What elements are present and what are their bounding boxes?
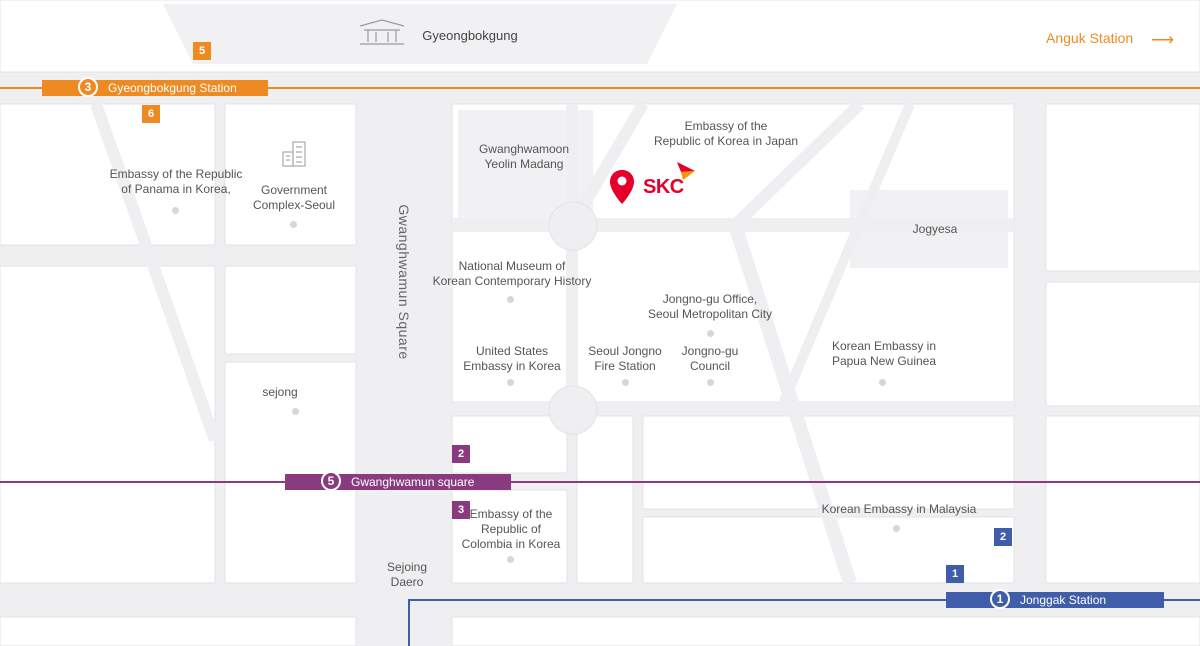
place-dot (707, 379, 714, 386)
line1-badge: 1 (990, 589, 1010, 609)
place-japan-embassy: Embassy of the Republic of Korea in Japa… (653, 119, 799, 148)
exit-2-line1[interactable]: 2 (994, 528, 1012, 546)
line3-badge: 3 (78, 77, 98, 97)
roundabout (548, 201, 598, 251)
block (576, 415, 634, 584)
arrow-right-icon: ⟶ (1151, 32, 1174, 49)
place-dot (507, 296, 514, 303)
landmark-gyeongbokgung: Gyeongbokgung (422, 28, 518, 43)
place-fire-station: Seoul Jongno Fire Station (588, 344, 662, 373)
station-gyeongbokgung[interactable]: 3 Gyeongbokgung Station (42, 77, 268, 97)
place-museum: National Museum of Korean Contemporary H… (432, 259, 592, 288)
place-panama-embassy: Embassy of the Republic of Panama in Kor… (109, 167, 243, 196)
place-dot (292, 408, 299, 415)
exit-2-line5[interactable]: 2 (452, 445, 470, 463)
place-dot (290, 221, 297, 228)
place-dot (507, 379, 514, 386)
station-name: Gwanghwamun square (351, 475, 475, 489)
place-government-complex: Government Complex-Seoul (252, 183, 336, 212)
exit-5-line3[interactable]: 5 (193, 42, 211, 60)
place-dot (507, 556, 514, 563)
place-jongno-office: Jongno-gu Office, Seoul Metropolitan Cit… (647, 292, 773, 321)
skc-label[interactable]: SKC (643, 176, 684, 199)
place-dot (707, 330, 714, 337)
station-gwanghwamun[interactable]: 5 Gwanghwamun square (285, 471, 511, 491)
place-dot (622, 379, 629, 386)
station-jonggak[interactable]: 1 Jonggak Station (946, 589, 1164, 609)
place-colombia-embassy: Embassy of the Republic of Colombia in K… (461, 507, 561, 551)
anguk-station-link[interactable]: Anguk Station (1046, 30, 1133, 46)
place-jongno-council: Jongno-gu Council (681, 344, 739, 373)
map[interactable]: Gyeongbokgung Anguk Station ⟶ 3 Gyeongbo… (0, 0, 1200, 646)
block (451, 616, 1200, 646)
place-png-embassy: Korean Embassy in Papua New Guinea (831, 339, 937, 368)
station-name: Gyeongbokgung Station (108, 81, 237, 95)
place-dot (172, 207, 179, 214)
road-sejong-daero: Sejoing Daero (386, 560, 428, 589)
place-us-embassy: United States Embassy in Korea (463, 344, 561, 373)
roundabout (548, 385, 598, 435)
line5-badge: 5 (321, 471, 341, 491)
block (0, 616, 357, 646)
place-dot (893, 525, 900, 532)
block (1045, 281, 1200, 407)
block (1045, 103, 1200, 272)
exit-1-line1[interactable]: 1 (946, 565, 964, 583)
block (224, 265, 357, 355)
place-malaysia-embassy: Korean Embassy in Malaysia (821, 502, 977, 516)
station-name: Jonggak Station (1020, 593, 1107, 607)
place-dot (879, 379, 886, 386)
block (1045, 415, 1200, 584)
road-gwanghwamun-square: Gwanghwamun Square (396, 204, 412, 360)
block (0, 265, 216, 584)
map-base (0, 0, 1200, 646)
exit-6-line3[interactable]: 6 (142, 105, 160, 123)
place-jogyesa: Jogyesa (912, 222, 958, 236)
place-yeolin-madang: Gwanghwamoon Yeolin Madang (478, 142, 570, 171)
place-sejong: sejong (262, 385, 298, 399)
